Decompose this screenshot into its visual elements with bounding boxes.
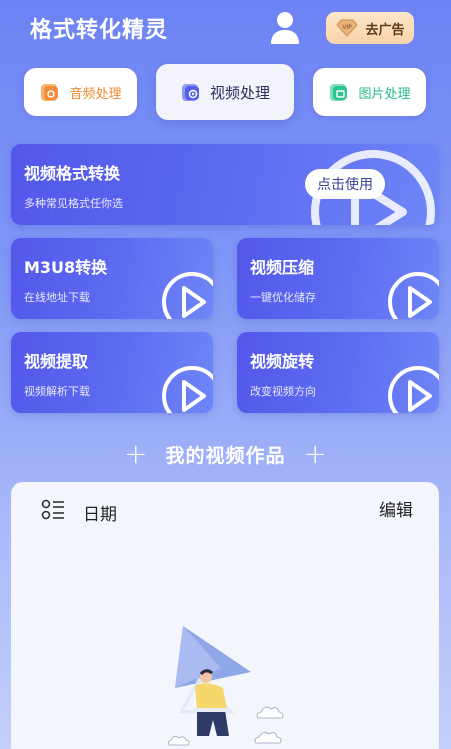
play-circle-icon (162, 366, 213, 413)
section-title: 我的视频作品 (165, 444, 286, 467)
edit-button[interactable]: 编辑 (379, 496, 413, 521)
feature-card-m3u8[interactable]: M3U8转换 在线地址下载 (11, 238, 213, 319)
tab-audio-label: 音频处理 (69, 86, 122, 102)
feature-title: 视频旋转 (250, 352, 315, 371)
feature-card-extract[interactable]: 视频提取 视频解析下载 (11, 332, 213, 413)
my-works-panel: 日期 编辑 (11, 482, 439, 749)
feature-subtitle: 在线地址下载 (24, 291, 90, 304)
play-circle-icon (162, 272, 213, 319)
feature-card-rotate[interactable]: 视频旋转 改变视频方向 (237, 332, 439, 413)
user-profile-icon[interactable] (269, 10, 301, 46)
image-file-icon (330, 84, 348, 101)
plus-icon: + (124, 437, 148, 470)
feature-card-compress[interactable]: 视频压缩 一键优化储存 (237, 238, 439, 319)
sort-by-date-label[interactable]: 日期 (83, 500, 117, 525)
feature-subtitle: 视频解析下载 (24, 385, 90, 398)
tab-image-label: 图片处理 (358, 86, 411, 102)
use-now-button[interactable]: 点击使用 (305, 169, 385, 199)
audio-file-icon (41, 84, 59, 101)
feature-subtitle: 改变视频方向 (250, 385, 316, 398)
tab-video[interactable]: 视频处理 (156, 64, 294, 120)
tab-video-label: 视频处理 (209, 83, 270, 102)
feature-title: 视频格式转换 (24, 164, 121, 183)
list-icon[interactable] (41, 499, 65, 521)
app-title: 格式转化精灵 (30, 18, 169, 43)
feature-title: 视频提取 (24, 352, 89, 371)
play-circle-icon (388, 272, 439, 319)
feature-subtitle: 多种常见格式任你选 (24, 197, 123, 210)
play-circle-icon (388, 366, 439, 413)
empty-state-illustration (167, 626, 284, 746)
vip-badge-text: VIP (343, 24, 353, 31)
remove-ads-label: 去广告 (365, 22, 405, 38)
feature-title: 视频压缩 (250, 258, 315, 277)
my-works-heading: + 我的视频作品 + (0, 438, 451, 470)
remove-ads-button[interactable]: VIP 去广告 (326, 12, 414, 44)
tab-image[interactable]: 图片处理 (313, 68, 426, 116)
feature-title: M3U8转换 (24, 258, 108, 277)
plus-icon: + (303, 437, 327, 470)
feature-subtitle: 一键优化储存 (250, 291, 316, 304)
feature-card-format-convert[interactable]: 视频格式转换 多种常见格式任你选 点击使用 (11, 144, 438, 225)
tab-audio[interactable]: 音频处理 (24, 68, 137, 116)
video-file-icon (181, 84, 199, 101)
vip-diamond-icon: VIP (336, 19, 359, 37)
